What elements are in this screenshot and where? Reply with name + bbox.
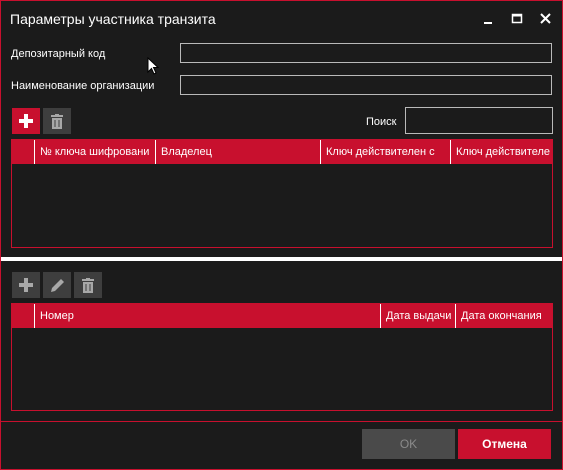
ok-button[interactable]: OK	[362, 429, 455, 459]
edit-document-button[interactable]	[43, 272, 71, 298]
keys-column-key-number[interactable]: № ключа шифровани	[35, 140, 156, 164]
dialog-window: Параметры участника транзита Депозитарны…	[0, 0, 563, 470]
documents-table-indicator-column	[12, 304, 35, 328]
cancel-button[interactable]: Отмена	[458, 429, 551, 459]
footer-separator	[1, 421, 562, 422]
search-input[interactable]	[405, 107, 553, 134]
keys-column-owner[interactable]: Владелец	[156, 140, 321, 164]
plus-icon	[19, 278, 33, 292]
window-title: Параметры участника транзита	[10, 11, 216, 27]
mouse-pointer-icon	[147, 57, 160, 75]
section-divider	[1, 257, 562, 261]
close-button[interactable]	[536, 9, 556, 29]
keys-table-indicator-column	[12, 140, 35, 164]
trash-icon	[51, 113, 63, 129]
plus-icon	[19, 114, 33, 128]
title-bar[interactable]: Параметры участника транзита	[1, 1, 562, 37]
keys-table-header: № ключа шифровани Владелец Ключ действит…	[12, 140, 552, 164]
add-document-button[interactable]	[12, 272, 40, 298]
minimize-button[interactable]	[479, 9, 499, 29]
add-key-button[interactable]	[12, 108, 40, 134]
documents-column-issue-date[interactable]: Дата выдачи	[381, 304, 456, 328]
documents-table-header: Номер Дата выдачи Дата окончания	[12, 304, 552, 328]
documents-table[interactable]: Номер Дата выдачи Дата окончания	[11, 303, 553, 411]
keys-table[interactable]: № ключа шифровани Владелец Ключ действит…	[11, 139, 553, 248]
trash-icon	[82, 277, 94, 293]
search-label: Поиск	[366, 116, 397, 128]
pencil-icon	[50, 278, 64, 292]
depository-code-label: Депозитарный код	[11, 48, 106, 60]
keys-column-valid-to[interactable]: Ключ действителе	[451, 140, 552, 164]
maximize-button[interactable]	[507, 9, 527, 29]
organization-name-field[interactable]	[180, 75, 552, 95]
close-icon	[540, 13, 551, 24]
documents-column-end-date[interactable]: Дата окончания	[456, 304, 552, 328]
keys-column-valid-from[interactable]: Ключ действителен с	[321, 140, 451, 164]
maximize-icon	[511, 13, 523, 24]
delete-key-button[interactable]	[43, 108, 71, 134]
minimize-icon	[484, 22, 492, 24]
depository-code-field[interactable]	[180, 43, 552, 63]
organization-name-label: Наименование организации	[11, 80, 155, 92]
documents-column-number[interactable]: Номер	[35, 304, 381, 328]
delete-document-button[interactable]	[74, 272, 102, 298]
